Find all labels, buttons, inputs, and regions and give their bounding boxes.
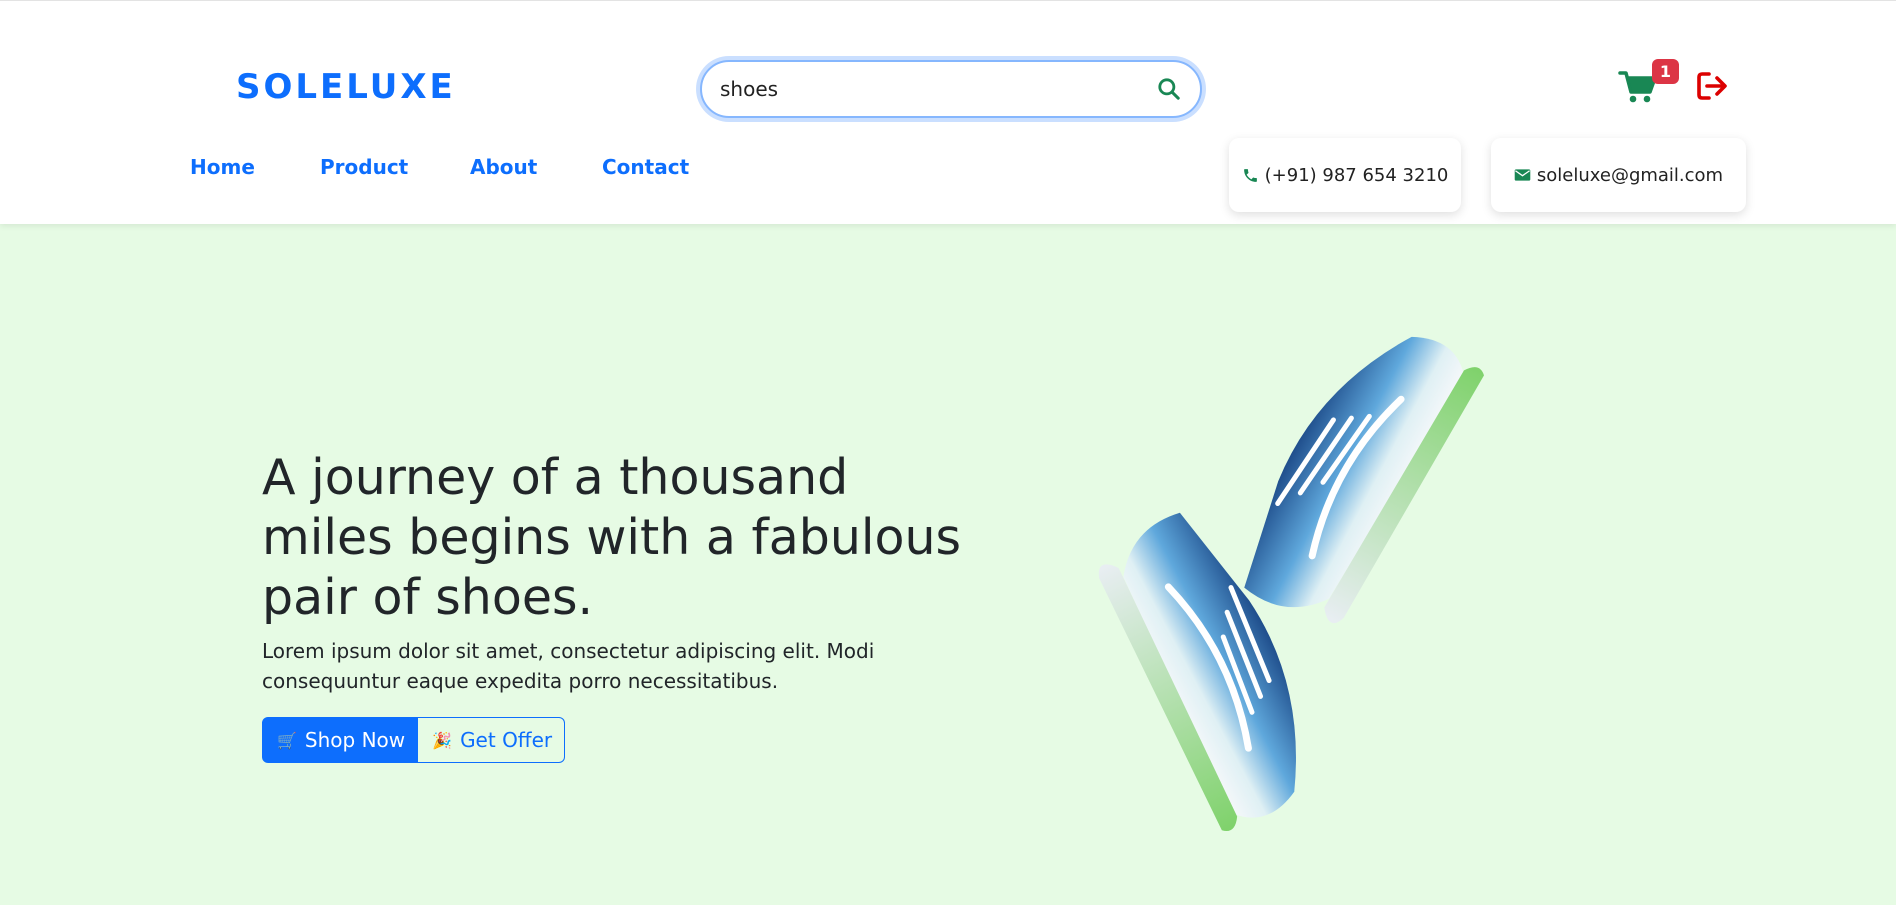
phone-number: (+91) 987 654 3210 [1264, 164, 1449, 186]
hero-section: A journey of a thousand miles begins wit… [0, 224, 1896, 905]
hero-button-group: 🛒 Shop Now 🎉 Get Offer [262, 717, 566, 763]
site-header: SOLELUXE 1 Home Product About Contact (+… [0, 0, 1896, 224]
nav-home[interactable]: Home [190, 155, 255, 179]
hero-headline: A journey of a thousand miles begins wit… [262, 449, 962, 626]
cart-count-badge: 1 [1652, 59, 1679, 84]
phone-icon [1243, 168, 1257, 182]
get-offer-label: Get Offer [460, 728, 553, 752]
envelope-icon [1514, 169, 1531, 181]
search-icon[interactable] [1156, 76, 1182, 102]
email-card[interactable]: soleluxe@gmail.com [1491, 138, 1746, 212]
cart-emoji-icon: 🛒 [277, 730, 297, 750]
shop-now-button[interactable]: 🛒 Shop Now [262, 717, 419, 763]
logout-icon[interactable] [1696, 69, 1730, 103]
nav-about[interactable]: About [470, 155, 537, 179]
sneakers-image [1098, 336, 1484, 831]
party-popper-icon: 🎉 [432, 730, 453, 750]
nav-product[interactable]: Product [320, 155, 408, 179]
search-bar [700, 60, 1202, 118]
shop-now-label: Shop Now [304, 728, 406, 752]
nav-contact[interactable]: Contact [602, 155, 689, 179]
search-input[interactable] [720, 72, 1120, 106]
brand-logo[interactable]: SOLELUXE [236, 67, 456, 107]
email-address: soleluxe@gmail.com [1536, 164, 1724, 186]
phone-card[interactable]: (+91) 987 654 3210 [1229, 138, 1461, 212]
get-offer-button[interactable]: 🎉 Get Offer [418, 717, 566, 763]
hero-subtext: Lorem ipsum dolor sit amet, consectetur … [262, 639, 875, 693]
